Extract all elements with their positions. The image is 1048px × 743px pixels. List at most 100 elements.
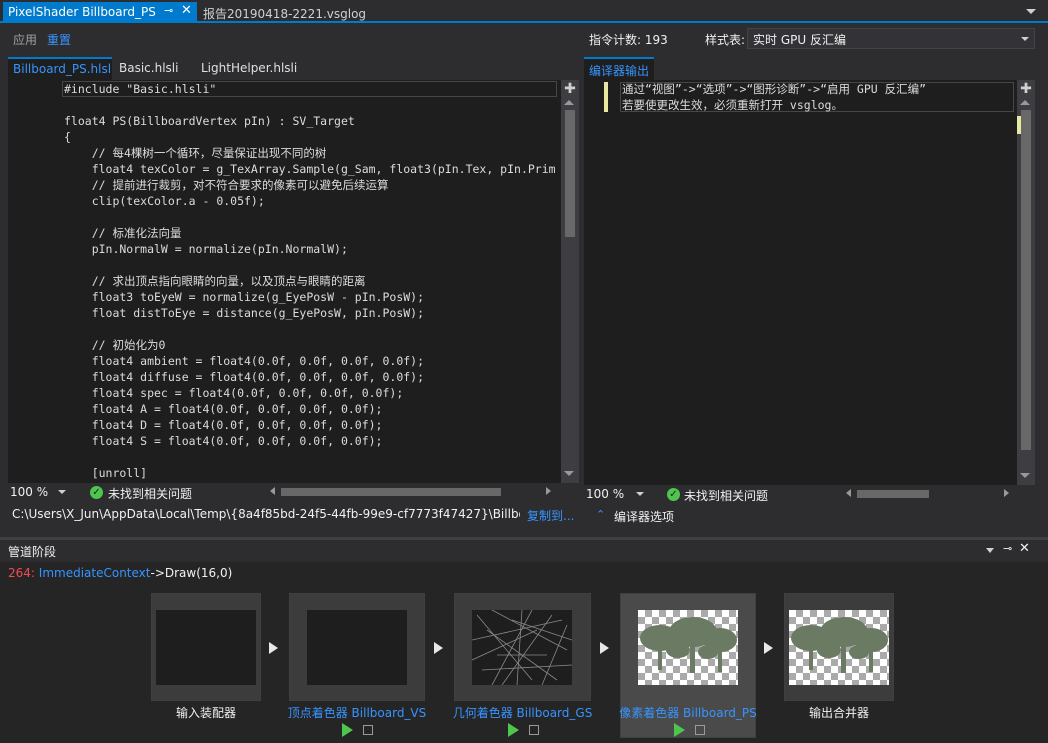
code-line: float4 S = float4(0.0f, 0.0f, 0.0f, 0.0f… xyxy=(64,434,383,448)
scroll-thumb[interactable] xyxy=(565,110,575,237)
stage-geometry-shader[interactable] xyxy=(454,593,591,701)
chevron-down-icon[interactable] xyxy=(636,492,644,496)
editor-gutter xyxy=(8,80,26,483)
compiler-line: 通过“视图”->“选项”->“图形诊断”->“启用 GPU 反汇编” xyxy=(622,82,927,96)
code-text: #include "Basic.hlsli" float4 PS(Billboar… xyxy=(64,81,561,481)
path-bar: C:\Users\X_Jun\AppData\Local\Temp\{8a4f8… xyxy=(8,502,579,527)
compiler-vertical-scrollbar[interactable]: ✚ xyxy=(1017,80,1035,485)
tab-pixelshader[interactable]: PixelShader Billboard_PS ⊸ ✕ xyxy=(3,2,197,23)
code-line: // 求出顶点指向眼睛的向量，以及顶点与眼睛的距离 xyxy=(64,274,366,288)
style-select[interactable]: 实时 GPU 反汇编 xyxy=(747,28,1035,49)
play-icon[interactable] xyxy=(508,723,519,737)
event-call: ->Draw(16,0) xyxy=(150,566,233,580)
event-context-link[interactable]: ImmediateContext xyxy=(39,566,151,580)
horizontal-scroll-thumb[interactable] xyxy=(281,488,501,496)
close-icon[interactable]: ✕ xyxy=(1019,541,1030,556)
compiler-options-bar[interactable]: ⌃ 编译器选项 xyxy=(584,503,1035,527)
scroll-up-icon[interactable] xyxy=(564,100,574,105)
file-tab-basic[interactable]: Basic.hlsli xyxy=(119,61,178,75)
tab-vsglog[interactable]: 报告20190418-2221.vsglog xyxy=(197,2,397,23)
chevron-down-icon[interactable] xyxy=(58,490,66,494)
code-line: float4 A = float4(0.0f, 0.0f, 0.0f, 0.0f… xyxy=(64,402,383,416)
close-icon[interactable]: ✕ xyxy=(181,3,192,18)
change-marker xyxy=(604,82,608,112)
split-icon[interactable]: ✚ xyxy=(1019,82,1033,96)
stage-label-link[interactable]: 顶点着色器 Billboard_VS xyxy=(282,704,432,721)
check-icon: ✓ xyxy=(90,486,103,499)
right-status-bar: 100 % ✓ 未找到相关问题 xyxy=(584,485,1035,503)
split-icon[interactable]: ✚ xyxy=(563,82,577,96)
code-line: float4 spec = float4(0.0f, 0.0f, 0.0f, 0… xyxy=(64,386,404,400)
chevron-down-icon xyxy=(1021,37,1029,41)
pin-icon[interactable]: ⊸ xyxy=(1003,542,1012,555)
zoom-level[interactable]: 100 % xyxy=(10,485,48,499)
stage-label: 输入装配器 xyxy=(175,706,236,720)
code-line: pIn.NormalW = normalize(pIn.NormalW); xyxy=(64,242,348,256)
stop-icon[interactable] xyxy=(695,725,705,735)
code-editor[interactable]: #include "Basic.hlsli" float4 PS(Billboar… xyxy=(8,80,579,483)
issues-status: 未找到相关问题 xyxy=(108,487,193,501)
code-line: // 提前进行裁剪，对不符合要求的像素可以避免后续运算 xyxy=(64,178,389,192)
code-line: float3 toEyeW = normalize(g_EyePosW - pI… xyxy=(64,290,425,304)
code-line: // 每4棵树一个循环，尽量保证出现不同的树 xyxy=(64,146,327,160)
code-line: float4 texColor = g_TexArray.Sample(g_Sa… xyxy=(64,162,556,176)
pipeline-title: 管道阶段 xyxy=(8,545,57,559)
trees-image xyxy=(791,617,888,673)
stage-label: 输出合并器 xyxy=(808,706,869,720)
style-label: 样式表: xyxy=(705,33,746,47)
scroll-left-icon[interactable] xyxy=(846,489,851,497)
scroll-down-icon[interactable] xyxy=(1020,473,1030,478)
play-icon[interactable] xyxy=(342,723,353,737)
code-line: { xyxy=(64,130,71,144)
compiler-line: 若要使更改生效，必须重新打开 vsglog。 xyxy=(622,98,843,112)
horizontal-scroll-thumb[interactable] xyxy=(857,490,929,498)
copy-to-link[interactable]: 复制到... xyxy=(527,507,574,524)
event-number: 264 xyxy=(8,566,31,580)
file-tab-billboard[interactable]: Billboard_PS.hlsl xyxy=(8,57,112,80)
code-line: // 标准化法向量 xyxy=(64,226,182,240)
editor-vertical-scrollbar[interactable]: ✚ xyxy=(561,80,579,483)
compiler-output-pane[interactable]: 通过“视图”->“选项”->“图形诊断”->“启用 GPU 反汇编” 若要使更改… xyxy=(584,80,1035,485)
pipeline-header: 管道阶段 ⊸ ✕ xyxy=(0,540,1048,562)
stop-icon[interactable] xyxy=(363,725,373,735)
zoom-level[interactable]: 100 % xyxy=(586,487,624,501)
file-path: C:\Users\X_Jun\AppData\Local\Temp\{8a4f8… xyxy=(12,507,520,521)
issues-status: 未找到相关问题 xyxy=(684,489,769,503)
stage-input-assembler[interactable] xyxy=(151,593,261,701)
pin-icon[interactable]: ⊸ xyxy=(164,4,173,17)
scroll-up-icon[interactable] xyxy=(1020,100,1030,105)
tab-label: 报告20190418-2221.vsglog xyxy=(203,7,367,21)
tab-label: 编译器输出 xyxy=(589,64,650,78)
compiler-options-label: 编译器选项 xyxy=(614,510,675,524)
arrow-icon xyxy=(764,642,773,654)
stop-icon[interactable] xyxy=(529,725,539,735)
tab-compiler-output[interactable]: 编译器输出 xyxy=(584,57,654,80)
stage-vertex-shader[interactable] xyxy=(289,593,425,701)
scroll-right-icon[interactable] xyxy=(1004,489,1009,497)
dropdown-icon[interactable] xyxy=(986,548,994,553)
apply-button[interactable]: 应用 xyxy=(13,31,37,48)
arrow-icon xyxy=(600,642,609,654)
code-line: float4 ambient = float4(0.0f, 0.0f, 0.0f… xyxy=(64,354,425,368)
check-icon: ✓ xyxy=(667,488,680,501)
play-icon[interactable] xyxy=(674,723,685,737)
tab-overflow-icon[interactable] xyxy=(1026,9,1036,14)
code-line: clip(texColor.a - 0.05f); xyxy=(64,194,265,208)
arrow-icon xyxy=(269,642,278,654)
pixel-output-preview xyxy=(638,610,738,685)
code-line: float4 PS(BillboardVertex pIn) : SV_Targ… xyxy=(64,114,355,128)
trees-image xyxy=(640,617,737,673)
scroll-left-icon[interactable] xyxy=(270,487,275,495)
file-tab-lighthelper[interactable]: LightHelper.hlsli xyxy=(201,61,297,75)
stage-label-link[interactable]: 像素着色器 Billboard_PS xyxy=(613,704,763,721)
scroll-right-icon[interactable] xyxy=(546,487,551,495)
stage-label-link[interactable]: 几何着色器 Billboard_GS xyxy=(447,704,598,721)
code-line: #include "Basic.hlsli" xyxy=(64,82,217,96)
code-line: float4 diffuse = float4(0.0f, 0.0f, 0.0f… xyxy=(64,370,425,384)
file-tab-label: LightHelper.hlsli xyxy=(201,61,298,75)
scroll-thumb[interactable] xyxy=(1021,110,1031,450)
reset-button[interactable]: 重置 xyxy=(47,31,71,48)
scroll-down-icon[interactable] xyxy=(564,471,574,476)
stage-output-merger[interactable] xyxy=(784,593,894,701)
file-tab-label: Billboard_PS.hlsl xyxy=(13,62,112,76)
